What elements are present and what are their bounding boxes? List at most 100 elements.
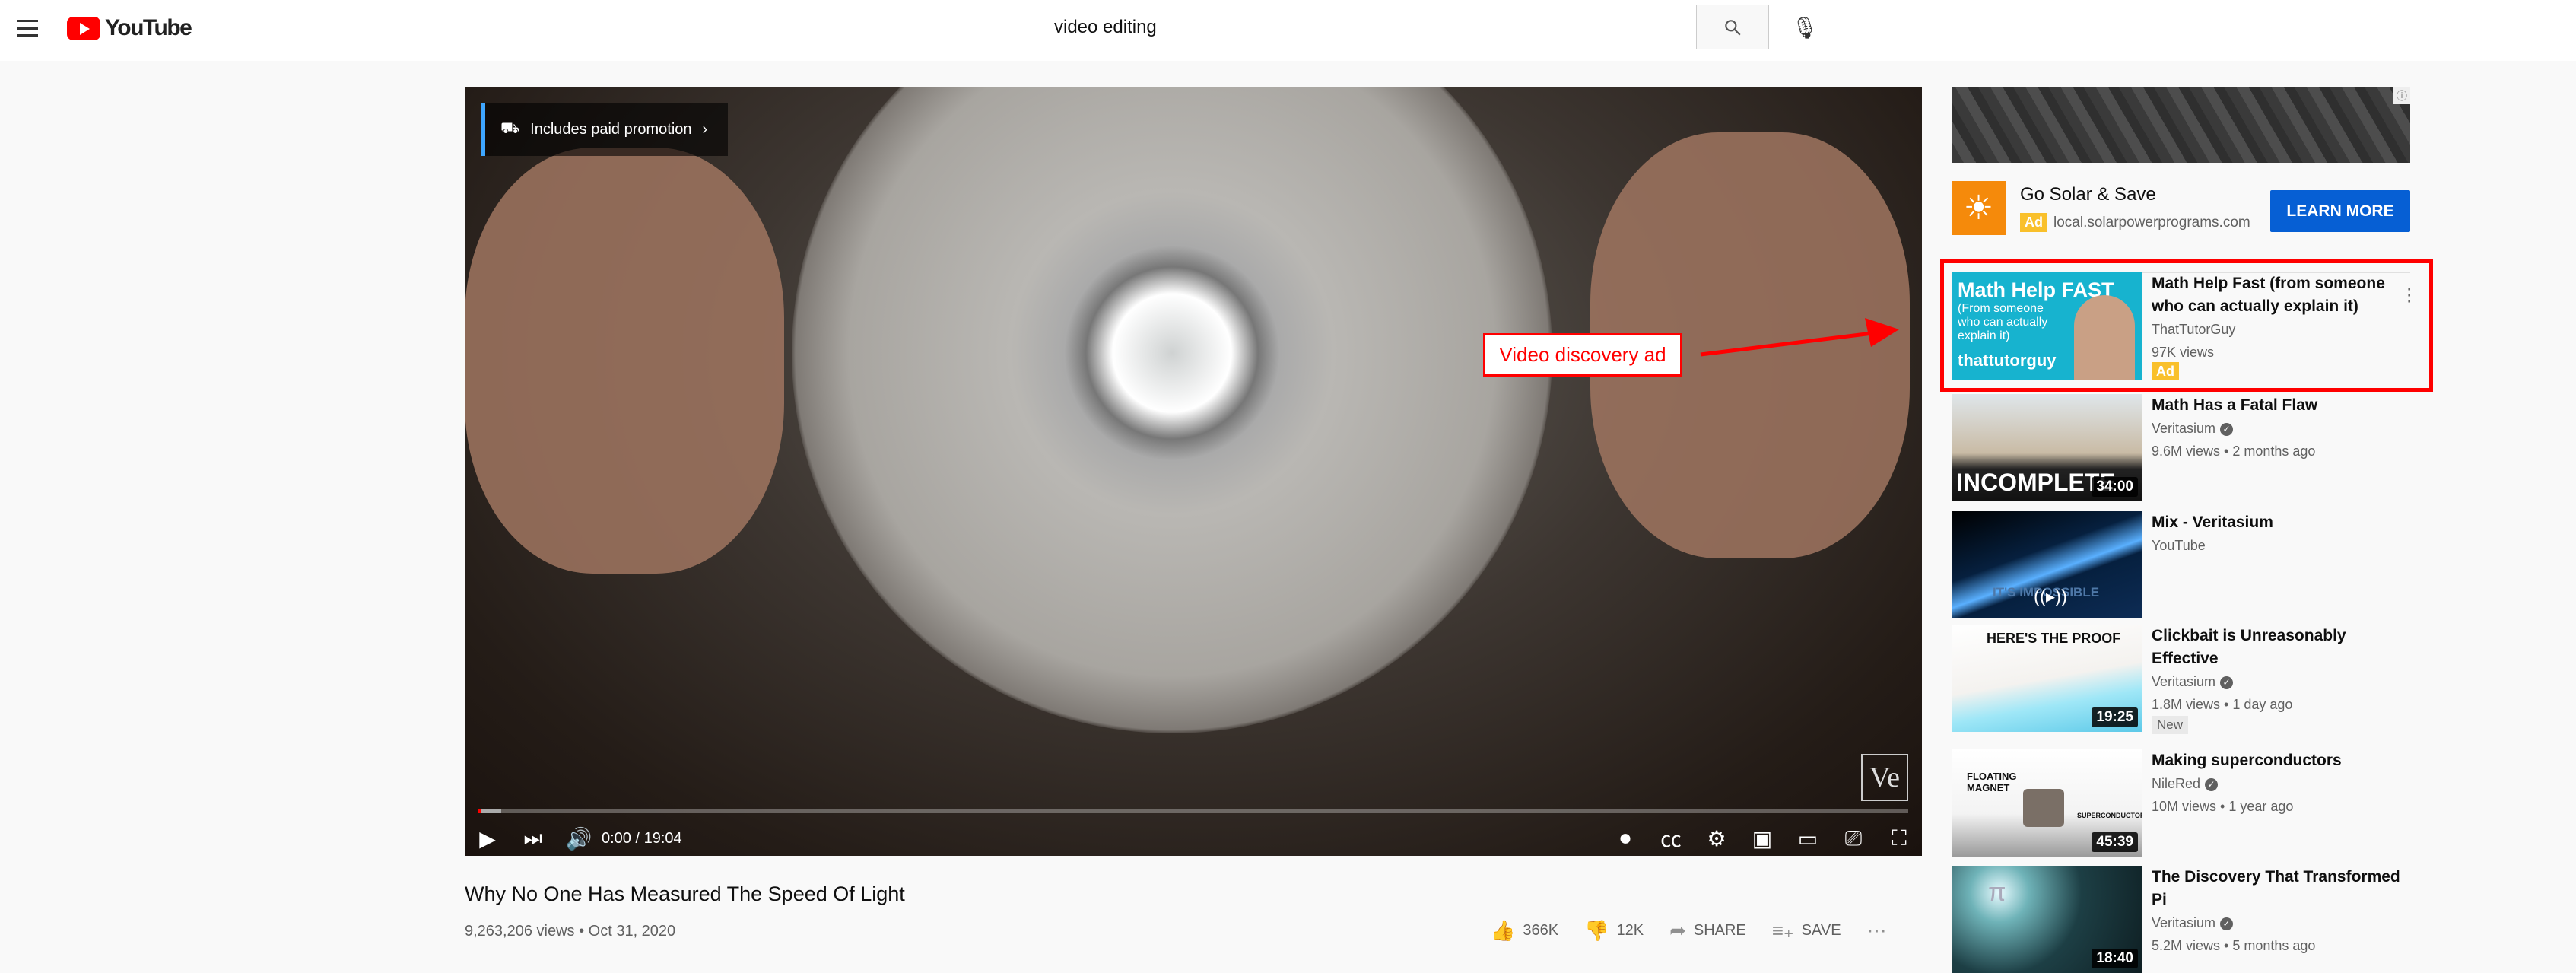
share-label: SHARE [1693,922,1746,939]
video-info: Math Has a Fatal Flaw Veritasium ✓ 9.6M v… [2152,394,2410,463]
video-title: Clickbait is Unreasonably Effective [2152,627,2346,667]
thumbnail: HERE'S THE PROOF 19:25 [1952,625,2142,732]
like-button[interactable]: 👍 366K [1491,919,1558,943]
theater-mode-icon[interactable]: ▭ [1785,826,1831,851]
thumb-text: FLOATING MAGNET [1967,771,2017,793]
thumbnail: INCOMPLETE 34:00 [1952,394,2142,501]
video-info: Making superconductors NileRed ✓ 10M view… [2152,749,2410,818]
duration-badge: 45:39 [2092,832,2138,852]
ad-meta: Ad local.solarpowerprograms.com [2020,213,2250,232]
verified-icon: ✓ [2220,676,2234,689]
volume-icon[interactable]: 🔊 [556,826,602,851]
thumb-sub: SUPERCONDUCTOR [2077,812,2142,819]
channel-name: NileRed [2152,776,2201,791]
thumbs-down-icon: 👎 [1584,919,1609,942]
highlight-box [1940,259,2433,392]
video-meta: 9,263,206 views • Oct 31, 2020 [465,923,676,940]
channel-name: Veritasium [2152,915,2216,930]
learn-more-button[interactable]: LEARN MORE [2270,190,2410,232]
fullscreen-icon[interactable]: ⛶ [1876,826,1922,851]
mix-radio-icon: ((▸)) [2034,587,2068,607]
likes-count: 366K [1523,922,1559,939]
chevron-right-icon: › [702,121,708,138]
paid-promotion-button[interactable]: ⛟ Includes paid promotion › [481,103,728,156]
more-icon: ⋯ [1866,919,1887,942]
menu-icon[interactable] [17,20,38,37]
thumb-text: HERE'S THE PROOF [1987,631,2121,646]
ad-domain: local.solarpowerprograms.com [2053,214,2250,231]
view-count: 5.2M views • 5 months ago [2152,938,2316,953]
video-frame [792,87,1552,733]
thumbnail: π 18:40 [1952,866,2142,973]
sidebar-video[interactable]: FLOATING MAGNET SUPERCONDUCTOR 45:39 Mak… [1952,749,2438,857]
thumbnail: FLOATING MAGNET SUPERCONDUCTOR 45:39 [1952,749,2142,857]
search-button[interactable] [1696,5,1769,49]
magnet-image [2023,789,2064,827]
duration-badge: 34:00 [2092,477,2138,497]
play-icon[interactable]: ▶ [465,826,510,851]
info-icon[interactable]: ⓘ [2393,87,2410,104]
verified-icon: ✓ [2220,917,2234,930]
sidebar-video[interactable]: INCOMPLETE 34:00 Math Has a Fatal Flaw V… [1952,394,2438,501]
search-icon [1725,19,1741,36]
channel-name: YouTube [2152,538,2206,553]
dislike-button[interactable]: 👎 12K [1584,919,1644,943]
logo-text: YouTube [105,15,192,40]
duration-badge: 19:25 [2092,707,2138,727]
share-button[interactable]: ➦ SHARE [1669,919,1746,943]
youtube-logo[interactable]: YouTube [67,15,192,41]
thumbs-up-icon: 👍 [1491,919,1516,942]
view-count: 1.8M views • 1 day ago [2152,697,2293,712]
captions-icon[interactable]: ㏄ [1648,823,1694,854]
cast-icon[interactable]: ⎚ [1831,826,1876,851]
save-label: SAVE [1801,922,1841,939]
video-title: The Discovery That Transformed Pi [2152,868,2400,908]
autoplay-toggle[interactable]: ⏺ [1602,826,1648,851]
search-input[interactable]: video editing [1040,5,1697,49]
annotation-arrow [1700,318,1899,357]
ad-badge: Ad [2020,213,2047,232]
video-title: Why No One Has Measured The Speed Of Lig… [465,882,905,905]
thumbnail: IT'S IMPOSSIBLE ((▸)) [1952,511,2142,618]
duration-badge: 18:40 [2092,949,2138,968]
video-actions: 👍 366K 👎 12K ➦ SHARE ≡₊ SAVE ⋯ [1491,919,1887,943]
sidebar-video[interactable]: HERE'S THE PROOF 19:25 Clickbait is Unre… [1952,625,2438,734]
channel-name: Veritasium [2152,421,2216,436]
annotation-label: Video discovery ad [1483,333,1682,377]
view-count: 10M views • 1 year ago [2152,799,2294,814]
time-display: 0:00 / 19:04 [602,829,682,847]
progress-bar[interactable] [478,809,1908,813]
miniplayer-icon[interactable]: ▣ [1739,826,1785,851]
video-info: Clickbait is Unreasonably Effective Veri… [2152,625,2410,734]
more-button[interactable]: ⋯ [1867,919,1887,943]
ad-title[interactable]: Go Solar & Save [2020,184,2156,205]
video-info: Mix - Veritasium YouTube [2152,511,2410,557]
save-button[interactable]: ≡₊ SAVE [1772,919,1841,943]
video-player[interactable]: ⛟ Includes paid promotion › Ve ▶ ⏭ 🔊 0:00 … [465,87,1922,856]
channel-watermark[interactable]: Ve [1861,754,1908,801]
video-title: Mix - Veritasium [2152,514,2273,531]
play-logo-icon [67,16,100,40]
playlist-add-icon: ≡₊ [1771,919,1794,942]
verified-icon: ✓ [2220,422,2234,436]
microphone-icon[interactable]: 🎙 [1784,6,1826,49]
video-info: The Discovery That Transformed Pi Verita… [2152,866,2410,957]
channel-name: Veritasium [2152,674,2216,689]
settings-icon[interactable]: ⚙ [1694,826,1739,851]
dislikes-count: 12K [1616,922,1644,939]
view-count: 9.6M views • 2 months ago [2152,444,2316,459]
display-ad-banner[interactable]: ⓘ [1952,87,2410,163]
promotion-icon: ⛟ [500,120,520,137]
header: YouTube video editing 🎙 [0,0,2576,61]
promo-label: Includes paid promotion [530,121,692,138]
share-icon: ➦ [1669,919,1686,942]
sidebar-mix[interactable]: IT'S IMPOSSIBLE ((▸)) Mix - Veritasium Y… [1952,511,2438,618]
new-badge: New [2152,716,2189,734]
video-frame-hand [465,148,784,574]
thumb-text: π [1988,878,2006,907]
verified-icon: ✓ [2205,777,2219,791]
video-title: Math Has a Fatal Flaw [2152,396,2318,414]
player-controls: ▶ ⏭ 🔊 0:00 / 19:04 ⏺ ㏄ ⚙ ▣ ▭ ⎚ ⛶ [465,821,1922,856]
sidebar-video[interactable]: π 18:40 The Discovery That Transformed P… [1952,866,2438,973]
next-icon[interactable]: ⏭ [510,826,556,851]
